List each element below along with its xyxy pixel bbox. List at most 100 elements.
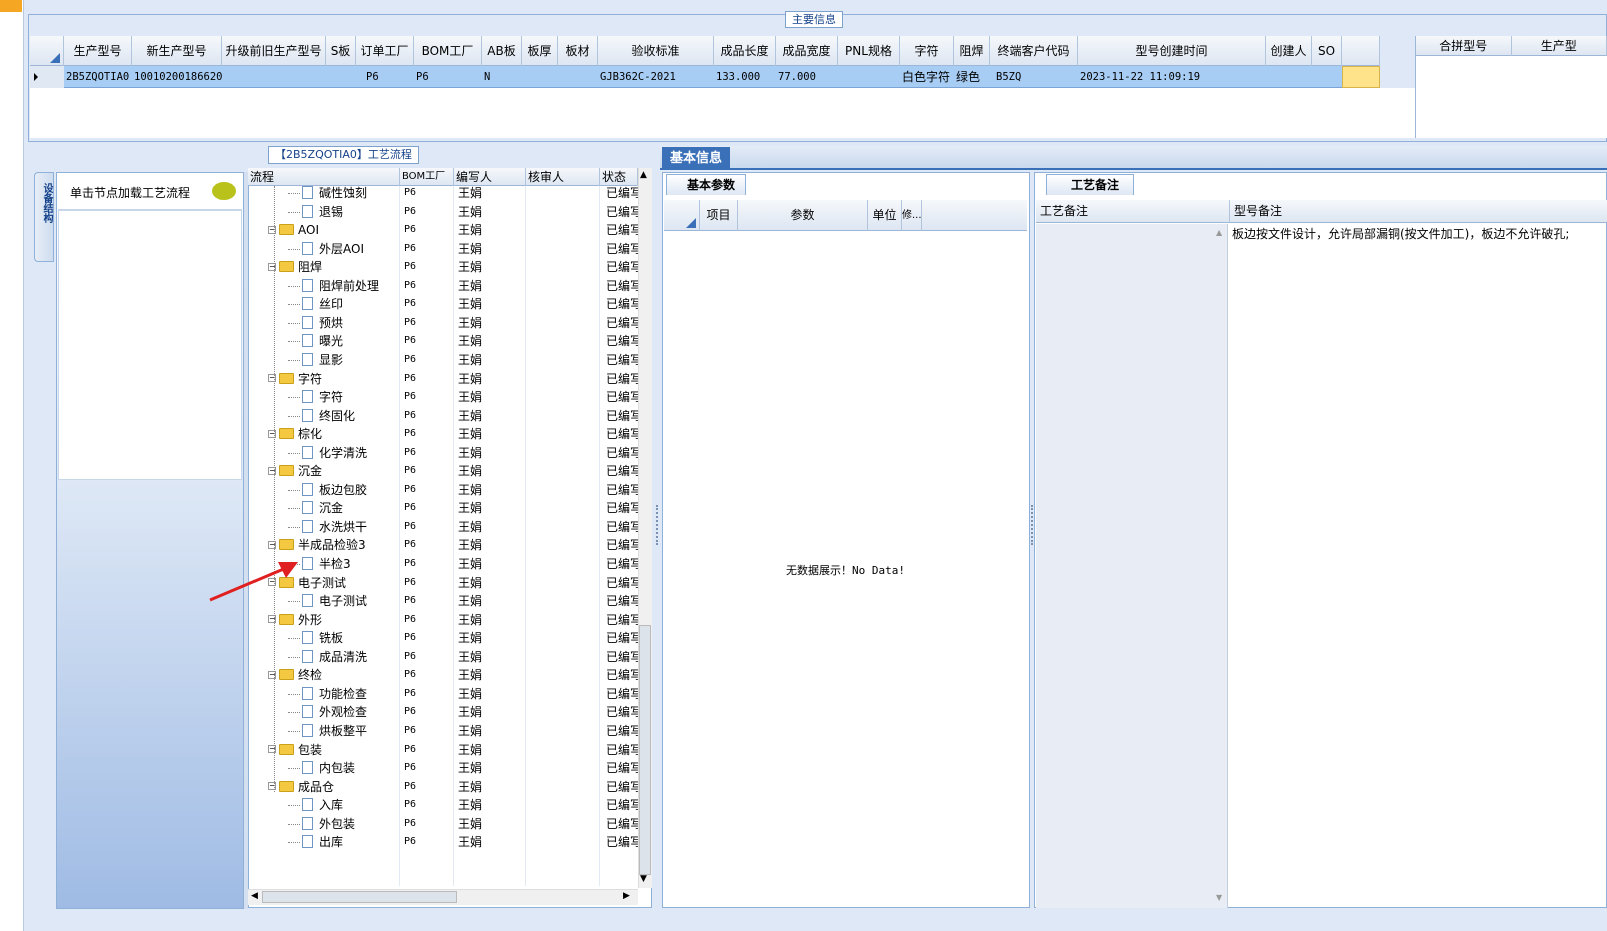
tree-row[interactable]: − 电子测试 P6 王娟 已编写 <box>248 574 638 593</box>
col-old-prod-model[interactable]: 升级前旧生产型号 <box>222 36 326 66</box>
tree-row[interactable]: 字符 P6 王娟 已编写 <box>248 388 638 407</box>
col-width[interactable]: 成品宽度 <box>776 36 838 66</box>
cell-solder[interactable]: 绿色 <box>954 66 990 88</box>
tree-row[interactable]: − 沉金 P6 王娟 已编写 <box>248 462 638 481</box>
tree-node-label[interactable]: 退锡 <box>319 205 343 219</box>
cell-thickness[interactable] <box>522 66 558 88</box>
tree-row[interactable]: − 字符 P6 王娟 已编写 <box>248 370 638 389</box>
cell-focused[interactable] <box>1342 66 1380 88</box>
cell-char[interactable]: 白色字符 <box>900 66 954 88</box>
tree-row[interactable]: 阻焊前处理 P6 王娟 已编写 <box>248 277 638 296</box>
tree-row[interactable]: 终固化 P6 王娟 已编写 <box>248 407 638 426</box>
col-merge-prod[interactable]: 生产型 <box>1512 36 1607 56</box>
tree-row[interactable]: 成品清洗 P6 王娟 已编写 <box>248 648 638 667</box>
scroll-up-icon[interactable]: ▲ <box>640 170 647 180</box>
tree-row[interactable]: 出库 P6 王娟 已编写 <box>248 833 638 852</box>
tree-row[interactable]: 化学清洗 P6 王娟 已编写 <box>248 444 638 463</box>
col-modify[interactable]: 修... <box>902 200 922 231</box>
tree-row[interactable]: − 半成品检验3 P6 王娟 已编写 <box>248 536 638 555</box>
tree-vscroll-thumb[interactable] <box>639 625 651 875</box>
cell-s-board[interactable] <box>326 66 356 88</box>
cell-width[interactable]: 77.000 <box>776 66 838 88</box>
tree-node-label[interactable]: 沉金 <box>298 464 322 478</box>
tree-row[interactable]: 电子测试 P6 王娟 已编写 <box>248 592 638 611</box>
tree-node-label[interactable]: 外形 <box>298 613 322 627</box>
col-unit[interactable]: 单位 <box>868 200 902 231</box>
tree-row[interactable]: 入库 P6 王娟 已编写 <box>248 796 638 815</box>
tree-node-label[interactable]: 字符 <box>298 372 322 386</box>
cell-order-factory[interactable]: P6 <box>356 66 414 88</box>
tree-node-label[interactable]: 沉金 <box>319 501 343 515</box>
cell-standard[interactable]: GJB362C-2021 <box>598 66 714 88</box>
main-grid-row[interactable]: 2B5ZQOTIA0 10010200186620 P6 P6 N GJB362… <box>30 66 1380 88</box>
tree-node-label[interactable]: 包装 <box>298 743 322 757</box>
cell-pnl-spec[interactable] <box>838 66 900 88</box>
tree-row[interactable]: 烘板整平 P6 王娟 已编写 <box>248 722 638 741</box>
tree-row[interactable]: 显影 P6 王娟 已编写 <box>248 351 638 370</box>
tree-node-label[interactable]: 外层AOI <box>319 242 364 256</box>
tree-node-label[interactable]: AOI <box>298 223 319 237</box>
load-flow-hint[interactable]: 单击节点加载工艺流程 <box>58 176 242 210</box>
tree-row[interactable]: 功能检查 P6 王娟 已编写 <box>248 685 638 704</box>
tree-row[interactable]: 外层AOI P6 王娟 已编写 <box>248 240 638 259</box>
col-creator[interactable]: 创建人 <box>1266 36 1312 66</box>
tree-node-label[interactable]: 水洗烘干 <box>319 520 367 534</box>
select-all-corner[interactable] <box>30 36 64 66</box>
tree-node-label[interactable]: 字符 <box>319 390 343 404</box>
col-new-prod-model[interactable]: 新生产型号 <box>132 36 222 66</box>
scroll-right-icon[interactable]: ▶ <box>623 891 630 901</box>
cell-prod-model[interactable]: 2B5ZQOTIA0 <box>64 66 132 88</box>
tree-row[interactable]: − 成品仓 P6 王娟 已编写 <box>248 778 638 797</box>
tree-row[interactable]: 内包装 P6 王娟 已编写 <box>248 759 638 778</box>
col-material[interactable]: 板材 <box>558 36 598 66</box>
tree-node-label[interactable]: 半成品检验3 <box>298 538 366 552</box>
tree-node-label[interactable]: 曝光 <box>319 334 343 348</box>
tree-row[interactable]: 板边包胶 P6 王娟 已编写 <box>248 481 638 500</box>
tree-node-label[interactable]: 阻焊 <box>298 260 322 274</box>
row-indicator[interactable] <box>30 66 64 88</box>
tree-row[interactable]: − 阻焊 P6 王娟 已编写 <box>248 258 638 277</box>
cell-so[interactable] <box>1312 66 1342 88</box>
tree-row[interactable]: 沉金 P6 王娟 已编写 <box>248 499 638 518</box>
tree-node-label[interactable]: 外包装 <box>319 817 355 831</box>
scroll-left-icon[interactable]: ◀ <box>251 891 258 901</box>
cell-bom-factory[interactable]: P6 <box>414 66 482 88</box>
cell-new-prod-model[interactable]: 10010200186620 <box>132 66 222 88</box>
col-item[interactable]: 项目 <box>700 200 738 231</box>
param-select-corner[interactable] <box>664 200 700 231</box>
tree-row[interactable]: 退锡 P6 王娟 已编写 <box>248 203 638 222</box>
tab-basic-info[interactable]: 基本信息 <box>662 147 731 170</box>
col-so[interactable]: SO <box>1312 36 1342 66</box>
tree-node-label[interactable]: 半检3 <box>319 557 351 571</box>
tree-row[interactable]: 半检3 P6 王娟 已编写 <box>248 555 638 574</box>
cell-length[interactable]: 133.000 <box>714 66 776 88</box>
tree-row[interactable]: 外包装 P6 王娟 已编写 <box>248 815 638 834</box>
note-scroll-down-icon[interactable]: ▼ <box>1216 893 1222 902</box>
tree-row[interactable]: − 棕化 P6 王娟 已编写 <box>248 425 638 444</box>
tree-node-label[interactable]: 烘板整平 <box>319 724 367 738</box>
col-order-factory[interactable]: 订单工厂 <box>356 36 414 66</box>
cell-created-time[interactable]: 2023-11-22 11:09:19 <box>1078 66 1266 88</box>
col-prod-model[interactable]: 生产型号 <box>64 36 132 66</box>
tab-basic-params[interactable]: 基本参数 <box>666 174 747 195</box>
col-merge-model[interactable]: 合拼型号 <box>1416 36 1512 56</box>
tree-row[interactable]: 丝印 P6 王娟 已编写 <box>248 295 638 314</box>
process-note-field[interactable] <box>1036 224 1228 908</box>
tree-row[interactable]: 外观检查 P6 王娟 已编写 <box>248 703 638 722</box>
cell-ab-board[interactable]: N <box>482 66 522 88</box>
tree-row[interactable]: − 外形 P6 王娟 已编写 <box>248 611 638 630</box>
col-param[interactable]: 参数 <box>738 200 868 231</box>
tree-node-label[interactable]: 阻焊前处理 <box>319 279 379 293</box>
tab-process-notes[interactable]: 工艺备注 <box>1046 174 1135 195</box>
tree-node-label[interactable]: 外观检查 <box>319 705 367 719</box>
tree-node-label[interactable]: 内包装 <box>319 761 355 775</box>
tree-row[interactable]: 水洗烘干 P6 王娟 已编写 <box>248 518 638 537</box>
tree-node-label[interactable]: 铣板 <box>319 631 343 645</box>
tree-row[interactable]: − 终检 P6 王娟 已编写 <box>248 666 638 685</box>
model-note-text[interactable]: 板边按文件设计，允许局部漏铜(按文件加工)，板边不允许破孔; <box>1232 225 1569 242</box>
tree-node-label[interactable]: 显影 <box>319 353 343 367</box>
scroll-down-icon[interactable]: ▼ <box>640 874 647 884</box>
tree-node-label[interactable]: 板边包胶 <box>319 483 367 497</box>
tree-node-label[interactable]: 成品清洗 <box>319 650 367 664</box>
tree-node-label[interactable]: 终固化 <box>319 409 355 423</box>
